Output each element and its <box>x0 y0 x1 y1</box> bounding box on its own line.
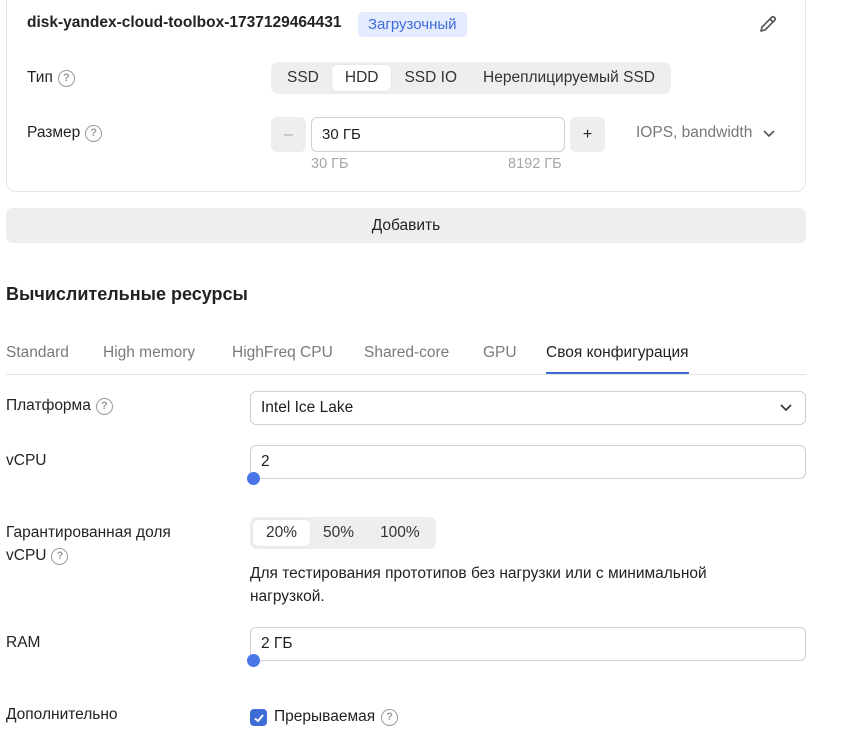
disk-type-nonreplicated-ssd[interactable]: Нереплицируемый SSD <box>470 65 668 91</box>
pencil-icon[interactable] <box>758 14 778 34</box>
disk-size-label-text: Размер <box>27 124 81 141</box>
size-increment-button[interactable]: + <box>570 117 605 152</box>
tab-high-memory[interactable]: High memory <box>103 344 195 374</box>
help-icon[interactable]: ? <box>85 124 103 142</box>
platform-select[interactable]: Intel Ice Lake <box>250 391 806 425</box>
vcpu-label: vCPU <box>6 452 46 470</box>
help-icon[interactable]: ? <box>57 69 75 87</box>
compute-tabs: Standard High memory HighFreq CPU Shared… <box>6 340 806 375</box>
tab-highfreq-cpu[interactable]: HighFreq CPU <box>232 344 333 374</box>
share-100[interactable]: 100% <box>367 520 433 546</box>
disk-type-label: Тип ? <box>27 69 75 87</box>
boot-badge: Загрузочный <box>358 12 467 37</box>
tab-custom-config[interactable]: Своя конфигурация <box>546 344 689 374</box>
tab-gpu[interactable]: GPU <box>483 344 517 374</box>
share-50[interactable]: 50% <box>310 520 367 546</box>
iops-label: IOPS, bandwidth <box>636 124 753 141</box>
disk-type-selector: SSD HDD SSD IO Нереплицируемый SSD <box>271 62 671 94</box>
share-description: Для тестирования прототипов без нагрузки… <box>250 565 707 605</box>
add-disk-button[interactable]: Добавить <box>6 208 806 243</box>
preemptible-label: Прерываемая ? <box>274 708 399 726</box>
vcpu-share-label-text: Гарантированная доля <box>6 524 171 541</box>
help-icon[interactable]: ? <box>51 547 69 565</box>
vcpu-share-label-line2: vCPU ? <box>6 547 69 565</box>
size-max-hint: 8192 ГБ <box>508 156 562 172</box>
section-title: Вычислительные ресурсы <box>6 284 248 304</box>
platform-label: Платформа ? <box>6 397 113 415</box>
chevron-down-icon <box>780 404 792 412</box>
size-input[interactable]: 30 ГБ <box>311 117 565 152</box>
disk-type-ssd[interactable]: SSD <box>274 65 332 91</box>
disk-size-label: Размер ? <box>27 124 103 142</box>
preemptible-label-text: Прерываемая <box>274 708 376 725</box>
checkmark-icon <box>253 713 264 722</box>
disk-type-label-text: Тип <box>27 69 53 86</box>
vcpu-share-selector: 20% 50% 100% <box>250 517 436 549</box>
ram-label-text: RAM <box>6 634 41 651</box>
help-icon[interactable]: ? <box>381 708 399 726</box>
extra-label-text: Дополнительно <box>6 706 118 723</box>
share-20[interactable]: 20% <box>253 520 311 546</box>
platform-value: Intel Ice Lake <box>261 399 354 416</box>
disk-name: disk-yandex-cloud-toolbox-1737129464431 <box>27 14 342 31</box>
tab-standard[interactable]: Standard <box>6 344 69 374</box>
disk-type-hdd[interactable]: HDD <box>331 65 392 91</box>
iops-toggle[interactable]: IOPS, bandwidth <box>636 124 776 142</box>
help-icon[interactable]: ? <box>95 397 113 415</box>
ram-slider-thumb[interactable] <box>247 654 260 667</box>
vcpu-label-text: vCPU <box>6 452 47 469</box>
size-decrement-button[interactable]: – <box>271 117 306 152</box>
preemptible-checkbox[interactable] <box>250 709 267 726</box>
ram-input[interactable]: 2 ГБ <box>250 627 806 661</box>
platform-label-text: Платформа <box>6 397 91 414</box>
vcpu-slider-thumb[interactable] <box>247 472 260 485</box>
tab-shared-core[interactable]: Shared-core <box>364 344 449 374</box>
vcpu-share-label-line1: Гарантированная доля <box>6 524 171 542</box>
extra-label: Дополнительно <box>6 706 118 724</box>
vcpu-input[interactable]: 2 <box>250 445 806 479</box>
chevron-down-icon <box>763 130 775 138</box>
size-min-hint: 30 ГБ <box>311 156 349 172</box>
disk-type-ssd-io[interactable]: SSD IO <box>391 65 470 91</box>
ram-label: RAM <box>6 634 40 652</box>
vcpu-share-label-text-2: vCPU <box>6 547 47 564</box>
